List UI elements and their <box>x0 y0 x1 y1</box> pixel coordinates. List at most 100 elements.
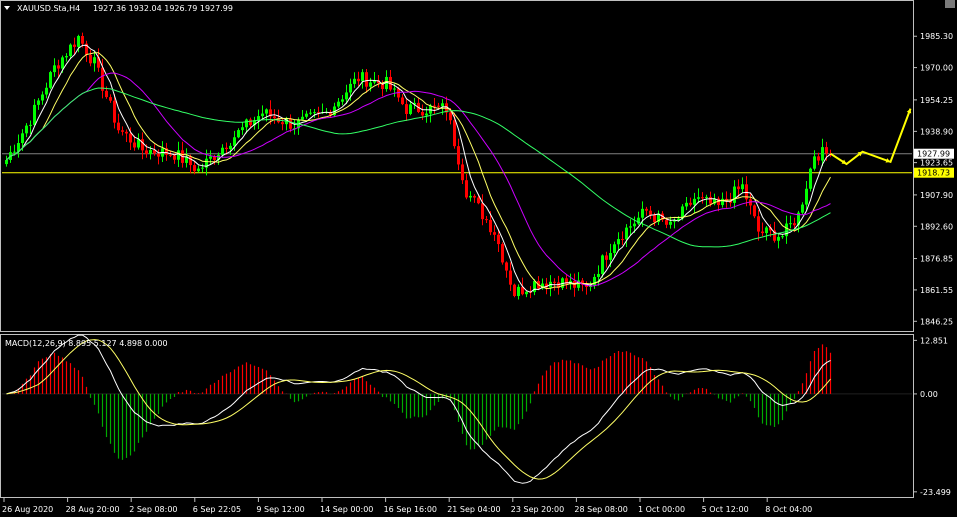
candle-body <box>817 156 820 161</box>
candle-body <box>125 131 128 134</box>
candle-body <box>141 139 144 151</box>
time-axis: 26 Aug 2020 28 Aug 20:00 2 Sep 08:00 6 Sep … <box>2 498 812 514</box>
candle-body <box>353 78 356 84</box>
macd-axis: 12.851 0.00 -23.499 <box>913 336 951 497</box>
price-tick-label: 1876.85 <box>920 255 953 264</box>
candle-body <box>189 156 192 166</box>
triangle-down-icon[interactable] <box>4 6 10 10</box>
panel-close-icon[interactable] <box>945 0 955 8</box>
candle-body <box>225 147 228 150</box>
candle-body <box>809 168 812 189</box>
candle-body <box>337 101 340 107</box>
candle-body <box>109 97 112 101</box>
candle-body <box>613 244 616 254</box>
candle-body <box>237 130 240 138</box>
candle-body <box>13 151 16 153</box>
candle-body <box>221 147 224 155</box>
candle-body <box>145 150 148 154</box>
candle-body <box>245 119 248 128</box>
candle-body <box>825 147 828 154</box>
candle-body <box>273 116 276 119</box>
candle-body <box>697 197 700 199</box>
chart-canvas: 1985.30 1970.00 1954.25 1938.90 1923.65 1907.… <box>0 0 954 514</box>
candle-body <box>805 188 808 205</box>
candle-body <box>313 112 316 114</box>
time-tick-label: 23 Sep 20:00 <box>511 505 564 514</box>
candle-body <box>597 273 600 277</box>
time-tick-label: 8 Oct 04:00 <box>765 505 812 514</box>
candle-body <box>305 113 308 117</box>
candle-body <box>289 118 292 129</box>
time-tick-label: 2 Sep 08:00 <box>129 505 177 514</box>
macd-label: MACD(12,26,9) 8.895 5.127 4.898 0.000 <box>5 339 168 348</box>
candle-body <box>461 164 464 181</box>
candle-body <box>669 221 672 225</box>
candle-body <box>721 198 724 206</box>
ma-line-5 <box>6 44 831 293</box>
candle-body <box>433 105 436 107</box>
candle-body <box>73 44 76 47</box>
candle-body <box>525 291 528 295</box>
candle-body <box>93 57 96 64</box>
candle-body <box>493 232 496 235</box>
candle-body <box>653 214 656 223</box>
candle-body <box>29 124 32 126</box>
price-tick-label: 1938.90 <box>920 127 953 136</box>
candle-body <box>485 219 488 221</box>
candle-body <box>689 202 692 205</box>
candle-body <box>645 208 648 211</box>
ma-line-10 <box>6 52 831 290</box>
candle-body <box>241 127 244 131</box>
candle-body <box>133 142 136 148</box>
candle-body <box>633 223 636 227</box>
time-tick-label: 1 Oct 00:00 <box>638 505 685 514</box>
candle-body <box>393 88 396 90</box>
time-tick-label: 9 Sep 12:00 <box>256 505 304 514</box>
candle-body <box>345 92 348 100</box>
candle-body <box>449 112 452 121</box>
price-tick-label: 1970.00 <box>920 64 953 73</box>
price-panel-frame <box>0 0 914 332</box>
candle-body <box>617 239 620 245</box>
candle-body <box>609 253 612 260</box>
candle-body <box>169 154 172 156</box>
moving-averages-layer <box>6 44 831 293</box>
candle-body <box>625 227 628 240</box>
candle-body <box>497 234 500 245</box>
candle-body <box>41 94 44 101</box>
candle-body <box>753 205 756 217</box>
current-price-label: 1927.99 <box>917 150 950 159</box>
candle-body <box>249 119 252 126</box>
candle-body <box>33 104 36 125</box>
macd-panel-frame <box>0 334 914 498</box>
time-tick-label: 28 Aug 20:00 <box>66 505 120 514</box>
candle-body <box>777 236 780 241</box>
price-tick-label: 1923.65 <box>920 159 953 168</box>
price-tick-label: 1907.90 <box>920 191 953 200</box>
candle-body <box>641 208 644 218</box>
candle-body <box>61 57 64 69</box>
macd-tick-label: -23.499 <box>920 488 951 497</box>
candle-body <box>77 35 80 47</box>
candle-body <box>57 65 60 69</box>
macd-layer <box>2 334 912 484</box>
time-tick-label: 5 Oct 12:00 <box>702 505 749 514</box>
candle-body <box>261 113 264 117</box>
candle-body <box>469 195 472 198</box>
candle-body <box>757 216 760 232</box>
price-tick-label: 1985.30 <box>920 32 953 41</box>
chart-title: XAUUSD.Sta,H4 <box>17 4 80 13</box>
candle-body <box>605 255 608 260</box>
candle-body <box>65 56 68 58</box>
candle-body <box>101 67 104 91</box>
candle-body <box>309 112 312 114</box>
macd-tick-label: 0.00 <box>920 390 938 399</box>
candle-body <box>649 210 652 215</box>
candle-body <box>201 167 204 169</box>
time-tick-label: 16 Sep 16:00 <box>384 505 437 514</box>
price-tick-label: 1846.25 <box>920 317 953 326</box>
price-tick-label: 1892.60 <box>920 222 953 231</box>
candle-body <box>129 133 132 143</box>
candle-body <box>765 227 768 234</box>
price-axis: 1985.30 1970.00 1954.25 1938.90 1923.65 1907.… <box>913 32 953 326</box>
